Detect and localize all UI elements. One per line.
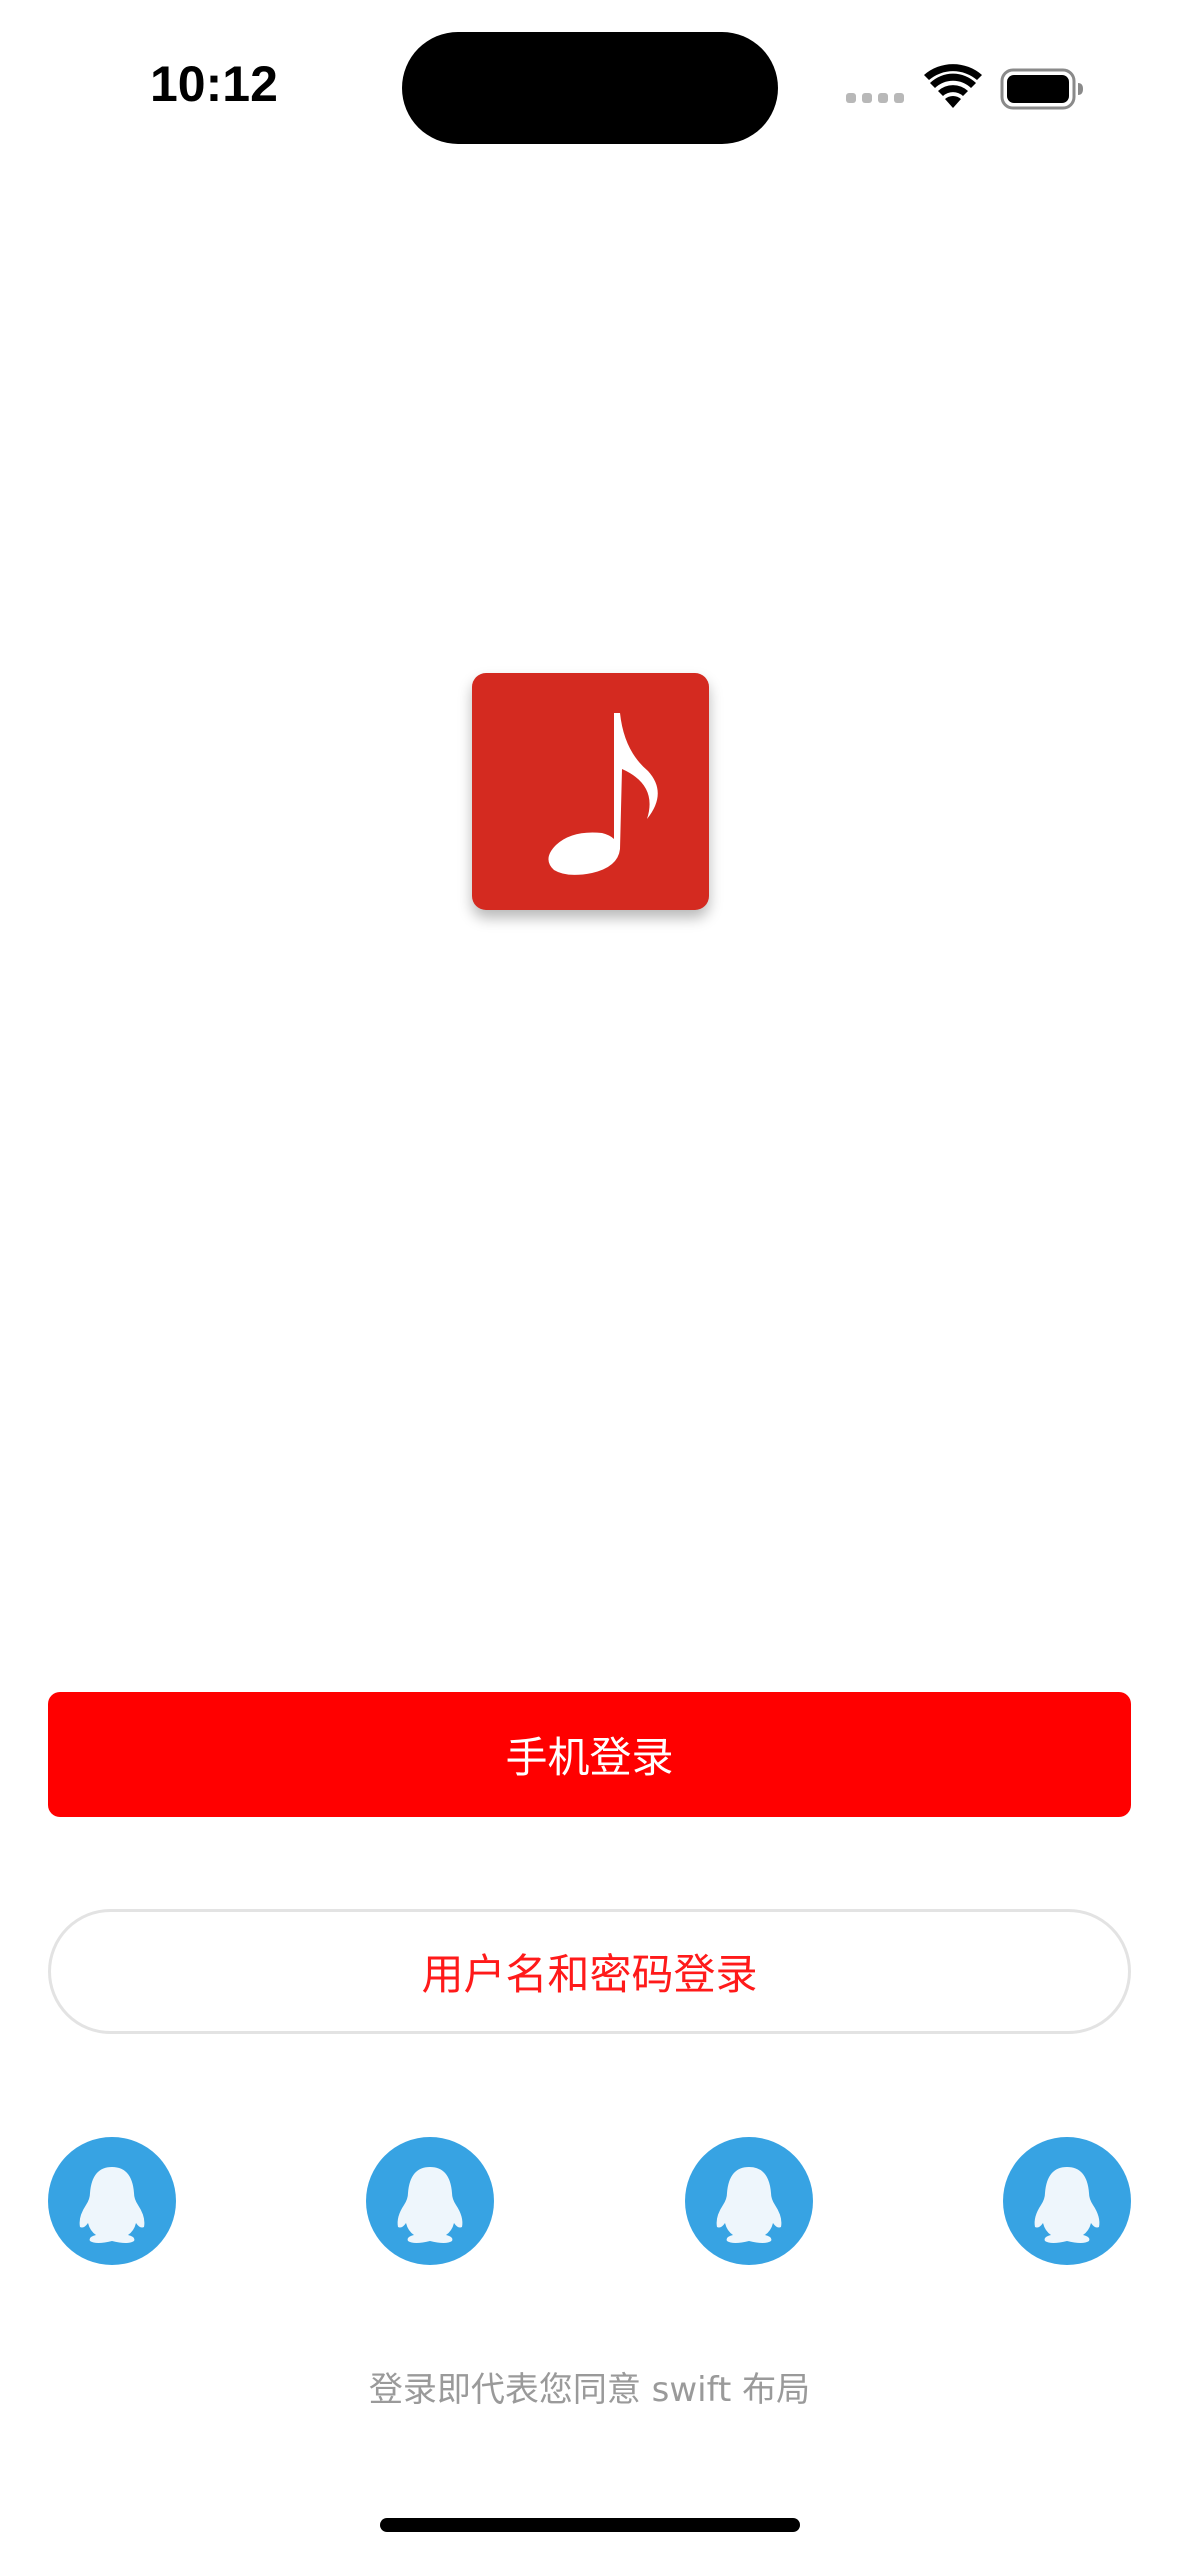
battery-icon [1000, 68, 1083, 110]
qq-login-button[interactable] [366, 2137, 494, 2265]
status-time: 10:12 [150, 56, 278, 112]
qq-penguin-icon [1034, 2167, 1100, 2243]
agreement-text[interactable]: 登录即代表您同意 swift 布局 [0, 2362, 1179, 2411]
status-bar: 10:12 [0, 0, 1179, 180]
phone-login-button[interactable]: 手机登录 [48, 1692, 1131, 1817]
home-indicator[interactable] [380, 2518, 800, 2532]
dynamic-island [402, 32, 778, 144]
qq-login-button[interactable] [1003, 2137, 1131, 2265]
qq-login-button[interactable] [48, 2137, 176, 2265]
social-login-row [0, 2137, 1179, 2265]
cellular-signal-icon [846, 93, 906, 105]
music-note-icon [548, 713, 658, 875]
qq-penguin-icon [397, 2167, 463, 2243]
qq-penguin-icon [79, 2167, 145, 2243]
app-logo [472, 673, 709, 910]
qq-login-button[interactable] [685, 2137, 813, 2265]
username-password-login-button[interactable]: 用户名和密码登录 [48, 1909, 1131, 2034]
qq-penguin-icon [716, 2167, 782, 2243]
wifi-icon [924, 64, 982, 108]
